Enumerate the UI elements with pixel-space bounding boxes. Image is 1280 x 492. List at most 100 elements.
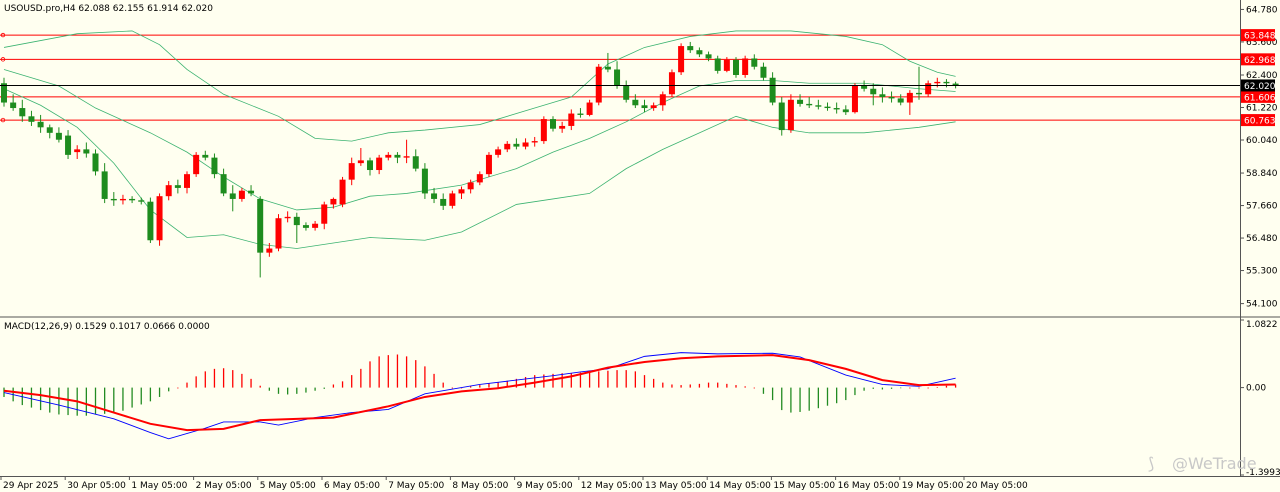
candle-body — [797, 99, 804, 104]
y-tick-label: 60.040 — [1246, 136, 1278, 146]
candle-body — [440, 198, 447, 206]
candle-body — [92, 153, 99, 172]
x-tick-label: 7 May 05:00 — [388, 481, 444, 491]
candle-body — [184, 174, 190, 188]
candle-body — [119, 198, 126, 201]
y-tick-label: 58.840 — [1246, 169, 1278, 179]
x-tick-label: 6 May 05:00 — [324, 481, 380, 491]
candle-body — [275, 218, 282, 249]
candle — [275, 214, 282, 252]
candle-body — [888, 97, 895, 99]
candle — [778, 97, 785, 136]
x-tick-label: 13 May 05:00 — [645, 481, 707, 491]
candle-body — [531, 141, 538, 143]
candle — [339, 176, 346, 208]
candle-body — [723, 59, 730, 71]
candle-body — [595, 66, 602, 103]
candle-body — [851, 86, 858, 113]
candle-body — [129, 198, 136, 201]
chart-background — [0, 0, 1280, 492]
candle-body — [348, 163, 355, 180]
candle-body — [156, 196, 163, 241]
candle-body — [842, 109, 849, 113]
x-tick-label: 8 May 05:00 — [452, 481, 508, 491]
candle — [742, 55, 749, 78]
candle — [668, 69, 675, 98]
x-tick-label: 30 Apr 05:00 — [67, 481, 126, 491]
candle-body — [385, 154, 392, 158]
candle-body — [687, 46, 694, 51]
candle-body — [760, 66, 767, 78]
candle-body — [46, 127, 53, 133]
candle-body — [37, 121, 44, 128]
candle — [156, 193, 163, 246]
y-tick-label: 56.480 — [1246, 234, 1278, 244]
candle-body — [586, 102, 593, 115]
candle-body — [504, 143, 511, 150]
candle-body — [339, 179, 346, 205]
candle-body — [449, 193, 456, 206]
y-tick-label: 61.220 — [1246, 103, 1278, 113]
x-tick-label: 14 May 05:00 — [709, 481, 771, 491]
candle-body — [302, 225, 309, 228]
y-tick-label: 55.300 — [1246, 267, 1278, 277]
price-tag-label: 61.606 — [1244, 93, 1276, 103]
candle-body — [65, 135, 72, 155]
x-tick-label: 1 May 05:00 — [131, 481, 187, 491]
macd-header: MACD(12,26,9) 0.1529 0.1017 0.0666 0.000… — [4, 322, 210, 332]
candle-body — [559, 125, 566, 129]
candle — [733, 57, 739, 78]
candle-body — [495, 149, 502, 155]
y-tick-label: 54.100 — [1246, 300, 1278, 310]
candle — [147, 197, 154, 244]
candle-body — [513, 143, 520, 147]
trading-chart: USOUSD.pro,H4 62.088 62.155 61.914 62.02… — [0, 0, 1280, 492]
candle-body — [540, 119, 547, 142]
candle-body — [211, 157, 218, 175]
x-tick-label: 15 May 05:00 — [773, 481, 835, 491]
candle-body — [550, 119, 556, 129]
candle-body — [147, 201, 154, 241]
watermark-text: @WeTrade — [1172, 454, 1257, 473]
candle-body — [833, 108, 840, 110]
candle-body — [238, 190, 245, 199]
candle — [193, 152, 200, 177]
candle-body — [467, 182, 474, 190]
candle-body — [485, 154, 492, 175]
candle-body — [321, 204, 328, 224]
y-tick-label: 64.780 — [1246, 5, 1278, 15]
candle-body — [824, 106, 831, 109]
candle-body — [202, 154, 209, 158]
candle-body — [742, 58, 749, 75]
candle-body — [357, 160, 364, 164]
x-tick-label: 19 May 05:00 — [902, 481, 964, 491]
macd-y-tick-label: 0.00 — [1246, 384, 1266, 394]
macd-y-tick-label: 1.0822 — [1246, 320, 1278, 330]
candle-body — [458, 189, 465, 194]
price-tag-label: 62.020 — [1244, 82, 1276, 92]
candle-body — [806, 103, 813, 106]
candle-body — [367, 160, 373, 171]
candle-body — [641, 105, 648, 109]
candle-body — [28, 116, 35, 122]
candle-body — [668, 72, 675, 95]
candle-body — [138, 200, 145, 202]
candle-body — [101, 171, 108, 199]
candle-body — [376, 157, 383, 171]
candle-body — [522, 142, 529, 147]
candle-body — [778, 102, 785, 131]
candle-body — [174, 185, 181, 188]
candle-body — [476, 174, 483, 183]
candle-body — [815, 105, 822, 107]
candle-body — [10, 102, 17, 109]
candle-body — [632, 99, 639, 106]
x-tick-label: 12 May 05:00 — [581, 481, 643, 491]
price-tag-label: 63.848 — [1244, 32, 1276, 42]
candle — [485, 152, 492, 177]
candle-body — [934, 81, 941, 84]
candle-body — [906, 92, 913, 103]
x-tick-label: 9 May 05:00 — [517, 481, 573, 491]
candle-body — [74, 149, 81, 153]
candle-body — [193, 154, 200, 175]
candle — [595, 63, 602, 106]
